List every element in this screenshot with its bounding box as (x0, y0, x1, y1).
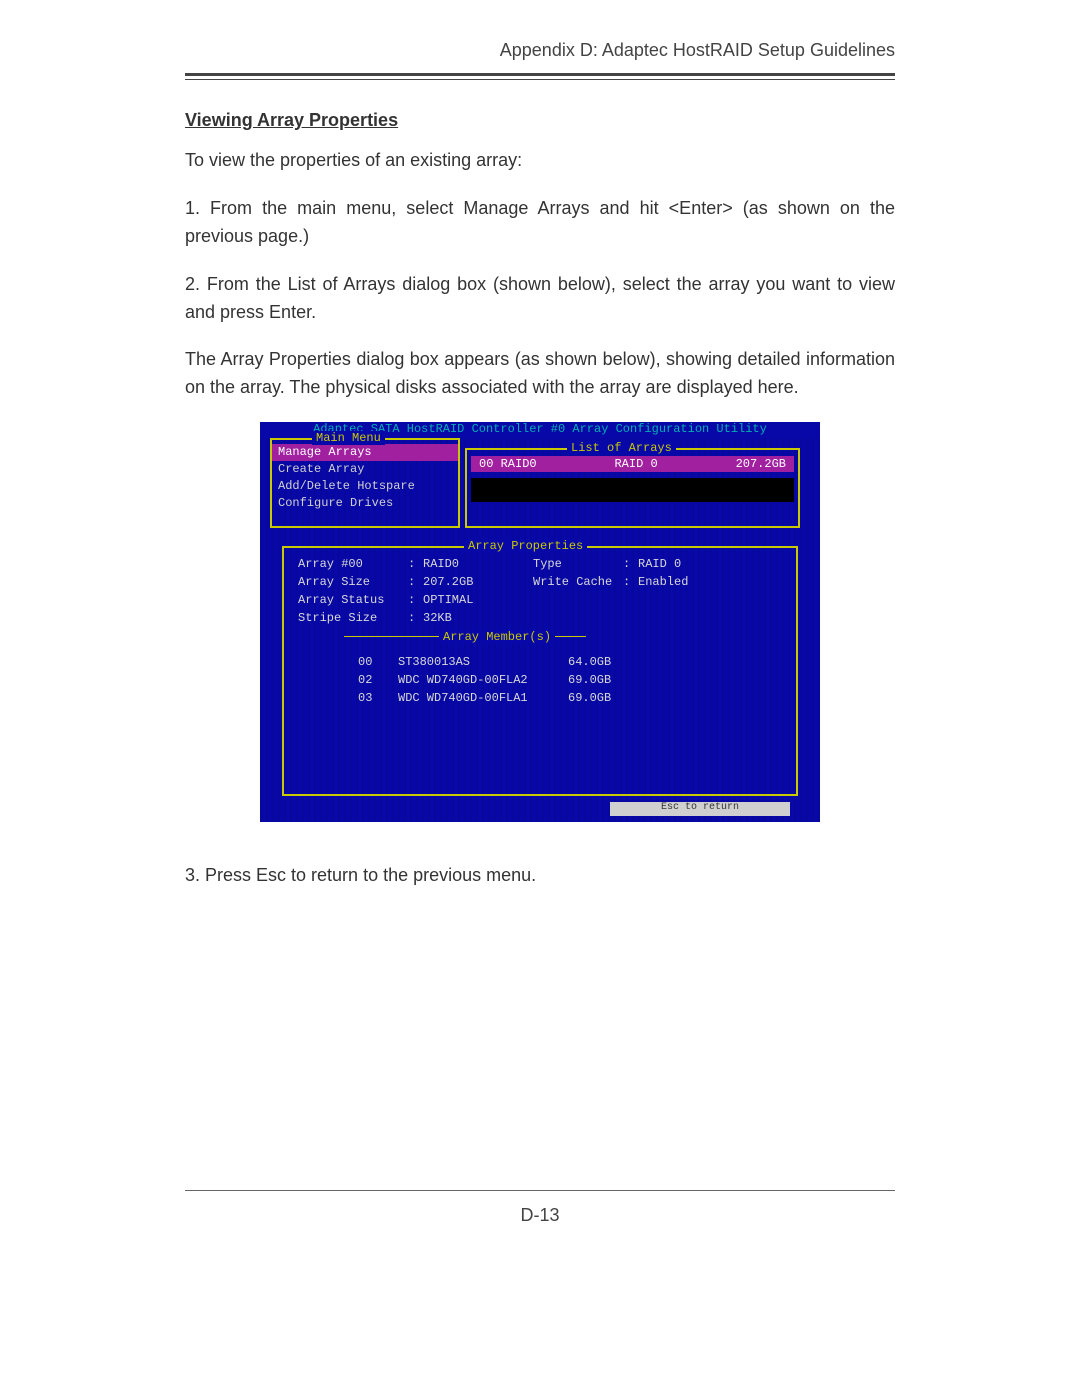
header-rule (185, 73, 895, 80)
page-number: D-13 (185, 1190, 895, 1226)
paragraph-properties: The Array Properties dialog box appears … (185, 346, 895, 402)
array-type: RAID 0 (614, 457, 657, 471)
main-menu-legend: Main Menu (312, 431, 385, 445)
array-members-legend: Array Member(s) (439, 630, 555, 644)
menu-item-hotspare[interactable]: Add/Delete Hotspare (278, 478, 452, 495)
list-of-arrays-box: List of Arrays 00 RAID0 RAID 0 207.2GB (465, 448, 800, 528)
array-properties-legend: Array Properties (464, 539, 587, 553)
prop-value: Enabled (638, 574, 718, 590)
member-model: WDC WD740GD-00FLA2 (398, 672, 568, 688)
section-title: Viewing Array Properties (185, 110, 895, 131)
array-id: 00 RAID0 (479, 457, 537, 471)
array-properties-box: Array Properties Array #00 : RAID0 Type … (282, 546, 798, 796)
prop-label: Array Status (298, 592, 408, 608)
menu-item-manage-arrays[interactable]: Manage Arrays (272, 444, 458, 461)
list-of-arrays-legend: List of Arrays (567, 441, 676, 455)
prop-label: Array Size (298, 574, 408, 590)
prop-label: Write Cache (533, 574, 623, 590)
member-size: 69.0GB (568, 672, 648, 688)
member-slot: 02 (358, 672, 398, 688)
prop-value: 32KB (423, 610, 533, 626)
prop-value: RAID 0 (638, 556, 718, 572)
prop-value: OPTIMAL (423, 592, 533, 608)
member-size: 69.0GB (568, 690, 648, 706)
step-1: 1. From the main menu, select Manage Arr… (185, 195, 895, 251)
bios-screenshot: Adaptec SATA HostRAID Controller #0 Arra… (260, 422, 820, 822)
member-model: WDC WD740GD-00FLA1 (398, 690, 568, 706)
prop-value: 207.2GB (423, 574, 533, 590)
empty-row (471, 478, 794, 502)
array-row[interactable]: 00 RAID0 RAID 0 207.2GB (471, 456, 794, 472)
member-slot: 03 (358, 690, 398, 706)
array-size: 207.2GB (736, 457, 786, 471)
member-model: ST380013AS (398, 654, 568, 670)
intro-paragraph: To view the properties of an existing ar… (185, 147, 895, 175)
member-slot: 00 (358, 654, 398, 670)
prop-label: Array #00 (298, 556, 408, 572)
menu-item-create-array[interactable]: Create Array (278, 461, 452, 478)
status-bar: Esc to return (610, 802, 790, 816)
prop-label: Stripe Size (298, 610, 408, 626)
step-2: 2. From the List of Arrays dialog box (s… (185, 271, 895, 327)
menu-item-configure-drives[interactable]: Configure Drives (278, 495, 452, 512)
main-menu-box: Main Menu Manage Arrays Create Array Add… (270, 438, 460, 528)
page-header: Appendix D: Adaptec HostRAID Setup Guide… (185, 40, 895, 73)
member-size: 64.0GB (568, 654, 648, 670)
prop-value: RAID0 (423, 556, 533, 572)
prop-label: Type (533, 556, 623, 572)
step-3: 3. Press Esc to return to the previous m… (185, 862, 895, 890)
